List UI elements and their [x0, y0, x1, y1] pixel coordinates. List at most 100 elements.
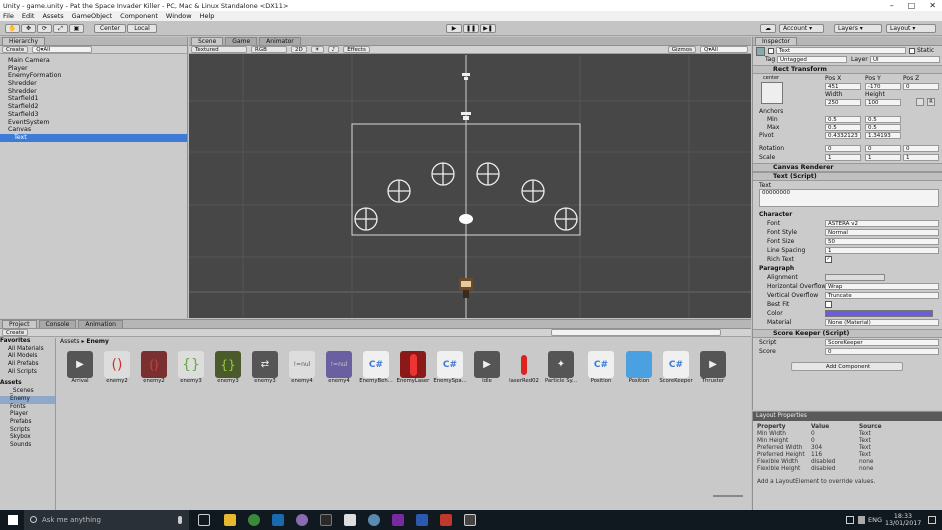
- rect-tool-icon[interactable]: ▣: [69, 24, 84, 33]
- menu-gameobject[interactable]: GameObject: [72, 12, 113, 20]
- visual-studio-icon[interactable]: [392, 514, 404, 526]
- asset-item[interactable]: C# Position: [583, 351, 619, 384]
- hand-tool-icon[interactable]: ✋: [5, 24, 20, 33]
- mode-2d-toggle[interactable]: 2D: [291, 46, 307, 53]
- hierarchy-item-selected[interactable]: Text: [0, 133, 187, 142]
- favorite-item[interactable]: All Prefabs: [0, 361, 55, 369]
- asset-item[interactable]: !=nul enemy4: [321, 351, 357, 384]
- app-icon[interactable]: [368, 514, 380, 526]
- anchor-max-x-field[interactable]: 0.5: [825, 124, 861, 131]
- add-component-button[interactable]: Add Component: [791, 362, 903, 371]
- breadcrumb-assets[interactable]: Assets: [60, 338, 80, 345]
- asset-item[interactable]: ▶ Arrival: [62, 351, 98, 384]
- volume-icon[interactable]: [858, 516, 865, 524]
- menu-file[interactable]: File: [3, 12, 14, 20]
- project-create-button[interactable]: Create: [2, 329, 29, 336]
- pause-button[interactable]: ❚❚: [463, 24, 479, 33]
- font-field[interactable]: ASTERA v2: [825, 220, 939, 227]
- hierarchy-item[interactable]: Shredder: [0, 80, 187, 88]
- assets-root-label[interactable]: Assets: [0, 380, 55, 388]
- audio-icon[interactable]: ♪: [327, 46, 340, 53]
- close-icon[interactable]: ✕: [929, 1, 936, 10]
- asset-item[interactable]: ▶ Idle: [469, 351, 505, 384]
- pivot-local-toggle[interactable]: Local: [127, 24, 157, 33]
- hierarchy-item[interactable]: Starfield2: [0, 103, 187, 111]
- scale-tool-icon[interactable]: ⤢: [53, 24, 68, 33]
- lighting-icon[interactable]: ☀: [310, 46, 324, 53]
- clock[interactable]: 18:33 13/01/2017: [885, 513, 921, 527]
- alignment-buttons[interactable]: [825, 274, 885, 281]
- tab-inspector[interactable]: Inspector: [755, 37, 797, 45]
- asset-item[interactable]: {} enemy3: [173, 351, 209, 384]
- tab-scene[interactable]: Scene: [191, 37, 224, 45]
- windows-start-icon[interactable]: [8, 515, 18, 525]
- layer-dropdown[interactable]: UI: [870, 56, 940, 63]
- word-icon[interactable]: [416, 514, 428, 526]
- project-search-input[interactable]: [551, 329, 721, 336]
- menu-assets[interactable]: Assets: [42, 12, 63, 20]
- script-field[interactable]: ScoreKeeper: [825, 339, 939, 346]
- menu-component[interactable]: Component: [120, 12, 158, 20]
- anchor-max-y-field[interactable]: 0.5: [865, 124, 901, 131]
- folder-item[interactable]: Scripts: [0, 427, 55, 435]
- scale-z-field[interactable]: 1: [903, 154, 939, 161]
- zoom-slider[interactable]: [713, 495, 743, 497]
- asset-item[interactable]: () enemy2: [136, 351, 172, 384]
- hierarchy-item[interactable]: Shredder: [0, 88, 187, 96]
- pos-y-field[interactable]: -170: [865, 83, 901, 90]
- folder-item[interactable]: Fonts: [0, 404, 55, 412]
- unity-icon[interactable]: [344, 514, 356, 526]
- tag-dropdown[interactable]: Untagged: [777, 56, 847, 63]
- pivot-center-toggle[interactable]: Center: [94, 24, 126, 33]
- maximize-icon[interactable]: □: [908, 1, 916, 10]
- pos-z-field[interactable]: 0: [903, 83, 939, 90]
- asset-item[interactable]: ✦ Particle Sy...: [543, 351, 579, 384]
- asset-item[interactable]: C# ScoreKeeper: [658, 351, 694, 384]
- effects-dropdown[interactable]: Effects: [343, 46, 370, 53]
- scale-x-field[interactable]: 1: [825, 154, 861, 161]
- minimize-icon[interactable]: –: [890, 1, 894, 10]
- rotation-z-field[interactable]: 0: [903, 145, 939, 152]
- asset-item[interactable]: () enemy2: [99, 351, 135, 384]
- anchor-min-y-field[interactable]: 0.5: [865, 116, 901, 123]
- menu-edit[interactable]: Edit: [22, 12, 35, 20]
- shading-dropdown[interactable]: Textured: [191, 46, 247, 53]
- language-indicator[interactable]: ENG: [868, 516, 882, 524]
- active-checkbox[interactable]: [768, 48, 774, 54]
- breadcrumb-enemy[interactable]: Enemy: [86, 338, 109, 345]
- pos-x-field[interactable]: 451: [825, 83, 861, 90]
- chrome-icon[interactable]: [248, 514, 260, 526]
- text-script-header[interactable]: Text (Script): [753, 172, 942, 181]
- tab-animation[interactable]: Animation: [78, 320, 123, 328]
- color-swatch[interactable]: [825, 310, 933, 317]
- tab-project[interactable]: Project: [2, 320, 37, 328]
- anchor-min-x-field[interactable]: 0.5: [825, 116, 861, 123]
- favorite-item[interactable]: All Models: [0, 353, 55, 361]
- scale-y-field[interactable]: 1: [865, 154, 901, 161]
- hierarchy-item[interactable]: EventSystem: [0, 119, 187, 127]
- asset-item[interactable]: {} enemy3: [210, 351, 246, 384]
- favorites-label[interactable]: Favorites: [0, 338, 55, 346]
- material-field[interactable]: None (Material): [825, 319, 939, 326]
- steam-icon[interactable]: [272, 514, 284, 526]
- asset-item[interactable]: !=nul enemy4: [284, 351, 320, 384]
- v-overflow-dropdown[interactable]: Truncate: [825, 292, 939, 299]
- notification-icon[interactable]: [928, 516, 936, 524]
- pivot-x-field[interactable]: 0.4332123: [825, 132, 861, 139]
- rotation-x-field[interactable]: 0: [825, 145, 861, 152]
- hierarchy-item[interactable]: Player: [0, 65, 187, 73]
- raw-edit-button[interactable]: R: [927, 98, 935, 106]
- hierarchy-item[interactable]: EnemyFormation: [0, 72, 187, 80]
- cortana-search-box[interactable]: Ask me anything: [24, 510, 189, 530]
- object-name-field[interactable]: Text: [776, 47, 906, 54]
- play-button[interactable]: ▶: [446, 24, 462, 33]
- score-keeper-header[interactable]: Score Keeper (Script): [753, 329, 942, 338]
- h-overflow-dropdown[interactable]: Wrap: [825, 283, 939, 290]
- hierarchy-item[interactable]: Main Camera: [0, 57, 187, 65]
- favorite-item[interactable]: All Scripts: [0, 369, 55, 377]
- pivot-y-field[interactable]: 1.34193: [865, 132, 901, 139]
- tab-hierarchy[interactable]: Hierarchy: [2, 37, 46, 45]
- rich-text-checkbox[interactable]: ✓: [825, 256, 832, 263]
- account-dropdown[interactable]: Account ▾: [779, 24, 824, 33]
- asset-item[interactable]: EnemyLaser: [395, 351, 431, 384]
